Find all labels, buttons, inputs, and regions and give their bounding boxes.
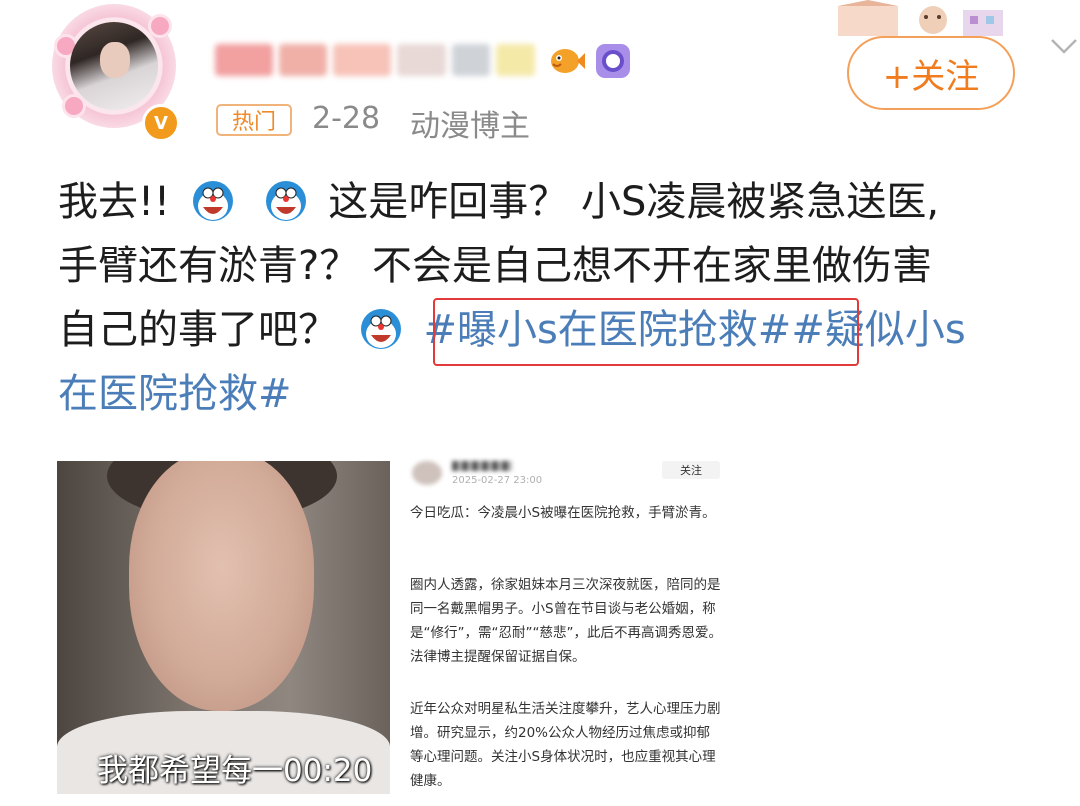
article-avatar: [412, 461, 442, 485]
article-follow-button[interactable]: 关注: [662, 461, 720, 479]
post-line: 在医院抢救#: [58, 362, 1058, 426]
article-paragraph: 近年公众对明星私生活关注度攀升，艺人心理压力剧增。研究显示，约20%公众人物经历…: [410, 701, 721, 789]
follow-button[interactable]: +关注: [847, 36, 1015, 110]
author-name-blurred[interactable]: [215, 40, 535, 80]
doraemon-emoji-icon: [265, 181, 306, 221]
article-screenshot[interactable]: 2025-02-27 23:00 关注 今日吃瓜：今凌晨小S被曝在医院抢救，手臂…: [392, 461, 740, 806]
doraemon-emoji-icon: [192, 181, 233, 221]
post-text-segment: 这是咋回事？ 小S凌晨被紧急送医,: [328, 179, 940, 225]
doraemon-emoji-icon: [360, 309, 401, 349]
article-date: 2025-02-27 23:00: [452, 475, 543, 486]
verified-badge-icon: V: [142, 104, 180, 142]
article-paragraph: 今日吃瓜：今凌晨小S被曝在医院抢救，手臂淤青。: [410, 505, 716, 521]
post-text-segment: 我去!!: [58, 179, 171, 225]
topic-link[interactable]: 在医院抢救#: [58, 371, 292, 417]
camera-badge-icon: [596, 44, 630, 78]
highlight-box: [433, 298, 859, 366]
post-line: 我去!! 这是咋回事？ 小S凌晨被紧急送医,: [58, 170, 1058, 234]
author-role: 动漫博主: [410, 109, 530, 144]
video-face: [129, 461, 314, 711]
carousel-decoration: [838, 0, 1003, 36]
avatar-face: [100, 42, 130, 78]
chevron-down-icon[interactable]: [1048, 30, 1080, 62]
post-text-segment: 手臂还有淤青?？ 不会是自己想不开在家里做伤害: [58, 243, 932, 289]
fish-badge-icon: [551, 49, 585, 73]
article-paragraph: 圈内人透露，徐家姐妹本月三次深夜就医，陪同的是同一名戴黑帽男子。小S曾在节目谈与…: [410, 577, 722, 665]
article-author-blurred: [452, 461, 512, 471]
author-avatar[interactable]: V: [52, 4, 182, 144]
avatar-photo: [70, 22, 158, 110]
post-text-segment: 自己的事了吧？: [58, 307, 338, 353]
post-line: 手臂还有淤青?？ 不会是自己想不开在家里做伤害: [58, 234, 1058, 298]
video-caption: 我都希望每一00:20: [97, 753, 373, 789]
post-date: 2-28: [312, 101, 381, 136]
flower-decoration: [148, 14, 172, 38]
video-thumbnail[interactable]: 我都希望每一00:20: [57, 461, 390, 794]
hot-badge: 热门: [216, 104, 292, 136]
